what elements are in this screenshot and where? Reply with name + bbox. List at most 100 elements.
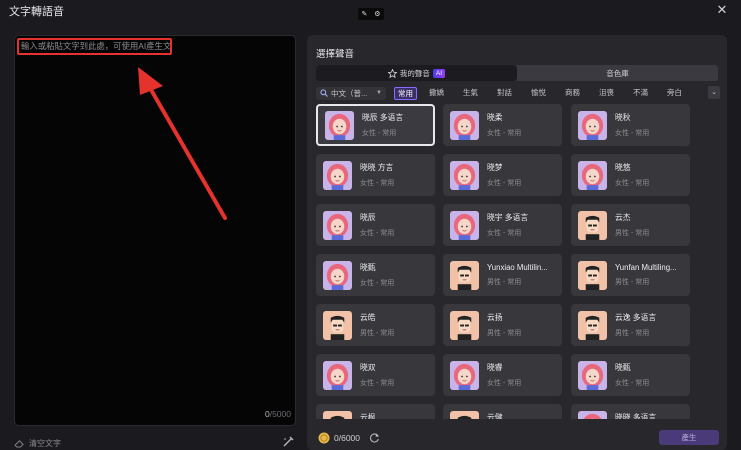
voice-name: 晓辰 [360,213,376,222]
voice-info: 云杰 男性 - 常用 [615,212,649,238]
voice-card[interactable]: 云逸 多语言 男性 - 常用 [571,304,690,346]
voice-tag: 女性 - 常用 [360,280,395,287]
voice-card[interactable]: 云扬 男性 - 常用 [443,304,562,346]
voice-info: 晓甄女性 - 常用 [360,262,394,288]
filter-8[interactable]: 旁白 [667,87,682,100]
filter-5[interactable]: 商務 [565,87,580,100]
star-icon [387,68,397,78]
tab-my-voices[interactable]: 我的聲音 AI [316,65,517,81]
voice-info: 晓悠女性 - 常用 [615,162,649,188]
voice-name: 云健 [487,413,503,419]
tab-voice-library[interactable]: 音色庫 [517,65,718,81]
avatar [450,160,479,190]
generate-button[interactable]: 產生 [659,430,719,445]
avatar [325,110,354,140]
credits-count: 0/6000 [334,433,360,443]
voice-card[interactable]: 晓宇 多语言 女性 - 常用 [443,204,562,246]
search-language-icon [320,89,328,97]
voice-info: Yunfan Multiling... 男性 - 常用 [615,263,677,287]
clear-text-button[interactable]: 清空文字 [14,438,61,449]
voice-info: 晓睿 女性 - 常用 [487,362,521,388]
voice-card[interactable]: 晓甄女性 - 常用 [316,254,435,296]
voice-card[interactable]: 晓秋 女性 - 常用 [571,104,690,146]
settings-icon[interactable]: ⚙ [374,10,380,18]
voice-name: 云杰 [615,213,631,222]
ai-magic-icon[interactable] [282,436,294,448]
voice-name: 晓甄 [360,263,376,272]
language-select[interactable]: 中文（普... ▼ [316,86,386,100]
voice-card[interactable]: 晓睿 女性 - 常用 [443,354,562,396]
voice-name: 云皓 [360,313,376,322]
voice-tag: 男性 - 常用 [487,279,522,286]
voice-card[interactable]: 云健男性 - 常用 [443,404,562,419]
close-button[interactable]: ✕ [715,3,729,17]
chevron-down-icon: ▼ [376,90,382,96]
voice-tag: 女性 - 常用 [487,230,522,237]
filter-0[interactable]: 常用 [394,86,417,100]
voice-tag: 女性 - 常用 [487,180,522,187]
voice-tag: 女性 - 常用 [615,380,650,387]
voice-card[interactable]: 晓晓 方言 女性 - 常用 [316,154,435,196]
voice-info: 晓梦 女性 - 常用 [487,162,521,188]
filter-3[interactable]: 對話 [497,87,512,100]
voice-info: 晓柔 女性 - 常用 [487,112,521,138]
avatar [450,210,479,240]
voice-tag: 女性 - 常用 [615,130,650,137]
filter-1[interactable]: 撒嬌 [429,87,444,100]
avatar [450,360,479,390]
avatar [578,160,607,190]
filter-more-button[interactable]: ⌄ [708,86,720,99]
voice-info: 晓辰 多语言 女性 - 常用 [362,112,403,138]
refresh-icon[interactable] [369,432,380,443]
voice-card[interactable]: 晓悠女性 - 常用 [571,154,690,196]
filter-7[interactable]: 不滿 [633,87,648,100]
voice-tag: 女性 - 常用 [362,130,397,137]
voice-tag: 男性 - 常用 [360,330,395,337]
editor-placeholder[interactable]: 輸入或粘貼文字到此處，可使用AI產生文字。 [17,38,172,55]
text-editor[interactable]: 輸入或粘貼文字到此處，可使用AI產生文字。 0/5000 [14,35,296,426]
voice-info: 云皓男性 - 常用 [360,312,394,338]
filter-2[interactable]: 生氣 [463,87,478,100]
avatar [323,160,352,190]
voice-name: 晓辰 多语言 [362,113,404,122]
voice-card[interactable]: 晓晓 多语言女性 - 常用 [571,404,690,419]
avatar [323,210,352,240]
voice-card[interactable]: 云杰 男性 - 常用 [571,204,690,246]
voice-info: 晓宇 多语言 女性 - 常用 [487,212,528,238]
eraser-icon [14,440,24,448]
voice-name: 晓悠 [615,163,631,172]
avatar [323,360,352,390]
voice-card[interactable]: 晓双 女性 - 常用 [316,354,435,396]
voice-tag: 女性 - 常用 [615,180,650,187]
avatar [323,310,352,340]
coin-icon [318,432,330,444]
ai-badge: AI [432,68,446,78]
clear-text-label: 清空文字 [29,439,61,448]
voice-card[interactable]: 晓梦 女性 - 常用 [443,154,562,196]
voice-tag: 男性 - 常用 [487,330,522,337]
voice-name: 晓宇 多语言 [487,213,529,222]
floating-toolbar[interactable]: ✎ ⚙ [358,8,384,20]
voice-card[interactable]: 晓辰 多语言 女性 - 常用 [316,104,435,146]
filter-6[interactable]: 沮喪 [599,87,614,100]
voice-card[interactable]: 晓柔 女性 - 常用 [443,104,562,146]
voice-tag: 女性 - 常用 [487,130,522,137]
voice-info: Yunxiao Multilin... 男性 - 常用 [487,263,548,287]
char-count-limit: /5000 [269,409,291,419]
voice-card[interactable]: 晓辰 女性 - 常用 [316,204,435,246]
avatar [450,260,479,290]
collapse-icon[interactable]: ✎ [361,10,367,18]
voice-card[interactable]: 晓甄 女性 - 常用 [571,354,690,396]
voice-card[interactable]: Yunxiao Multilin... 男性 - 常用 [443,254,562,296]
voice-info: 晓晓 方言 女性 - 常用 [360,162,394,188]
voice-tag: 女性 - 常用 [360,180,395,187]
voice-info: 云健男性 - 常用 [487,412,521,419]
voice-name: 晓睿 [487,363,503,372]
voice-card[interactable]: 云枫男性 - 常用 [316,404,435,419]
voice-card[interactable]: Yunfan Multiling... 男性 - 常用 [571,254,690,296]
avatar [450,410,479,419]
voice-card[interactable]: 云皓男性 - 常用 [316,304,435,346]
voice-name: 云枫 [360,413,376,419]
voice-info: 云枫男性 - 常用 [360,412,394,419]
filter-4[interactable]: 愉悅 [531,87,546,100]
